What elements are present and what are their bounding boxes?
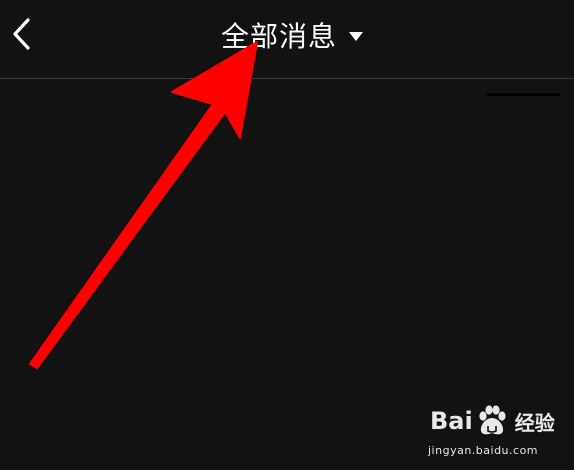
watermark-brand-right: 经验 xyxy=(514,410,555,435)
watermark-logo: Bai 经验 xyxy=(430,404,555,438)
screen: 全部消息 Bai 经验 jingyan.baidu.com xyxy=(0,0,574,470)
red-arrow-annotation xyxy=(29,41,258,369)
baidu-jingyan-watermark: Bai 经验 jingyan.baidu.com xyxy=(418,402,568,466)
paw-icon xyxy=(479,405,506,435)
watermark-brand-left: Bai xyxy=(430,407,473,435)
watermark-url: jingyan.baidu.com xyxy=(428,444,539,457)
